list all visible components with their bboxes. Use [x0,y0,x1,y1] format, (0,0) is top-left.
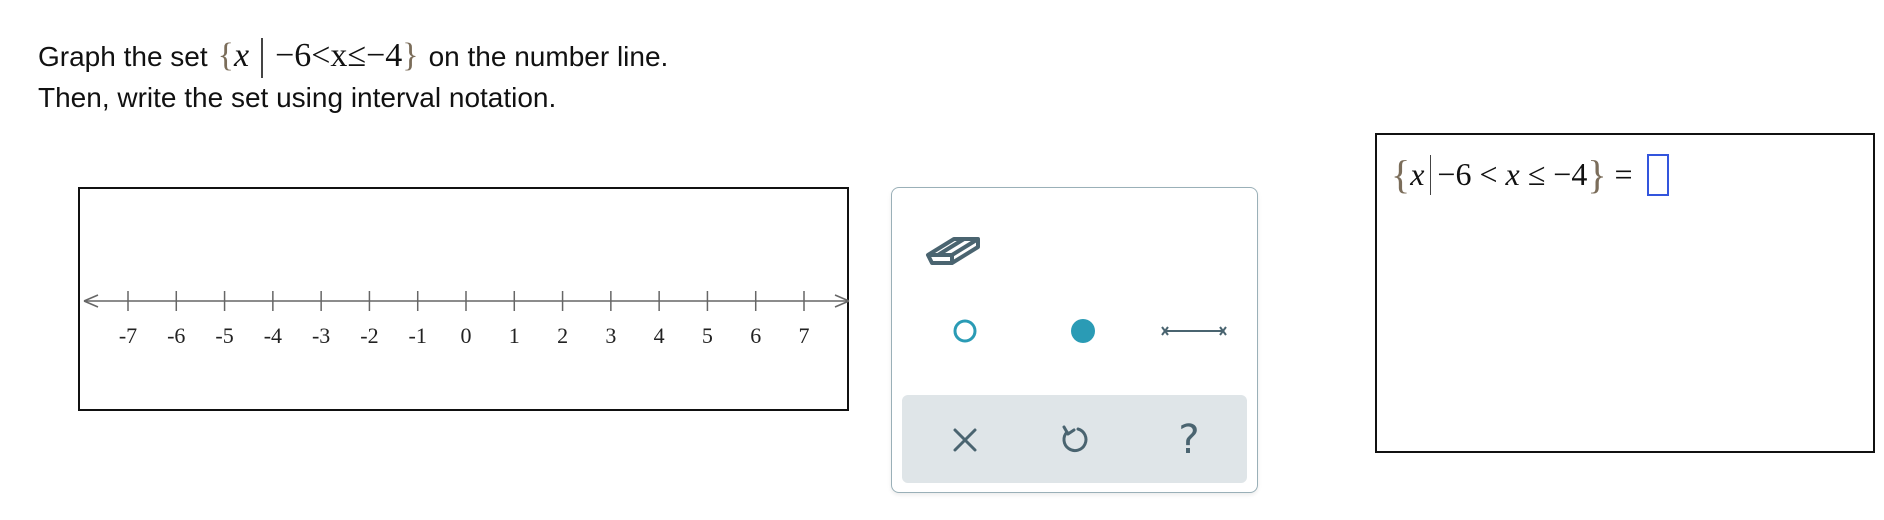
tick-label: 5 [702,323,713,348]
tick-label: -6 [167,323,185,348]
tick-label: -7 [119,323,137,348]
tick-label: -1 [409,323,427,348]
number-line-panel[interactable]: -7 -6 -5 -4 -3 -2 -1 0 1 2 3 4 5 6 7 [78,187,851,413]
open-point-tool[interactable] [940,306,990,356]
help-button[interactable]: ? [1164,413,1214,467]
tick-label: 7 [799,323,810,348]
answer-expression: {x −6 < x ≤ −4} = [1391,151,1669,198]
tick-label: 4 [654,323,665,348]
graph-tool-palette: ? [891,187,1258,493]
set-condition: −6<x≤−4 [275,37,403,74]
closed-circle-icon [1071,319,1095,343]
tick-label: -3 [312,323,330,348]
tick-label: 2 [557,323,568,348]
tick-label: -4 [264,323,282,348]
tick-label: 1 [509,323,520,348]
prompt-text-before: Graph the set [38,41,208,73]
tick-label: -2 [360,323,378,348]
eraser-tool[interactable] [922,218,986,278]
prompt-text-after: on the number line. [428,41,669,73]
prompt-line-2: Then, write the set using interval notat… [38,82,557,114]
answer-panel: {x −6 < x ≤ −4} = [1375,133,1875,453]
prompt-line-1: Graph the set {x −6<x≤−4} on the number l… [38,36,669,79]
question-prompt: Graph the set {x −6<x≤−4} on the number l… [38,36,668,118]
segment-icon [1161,326,1227,336]
open-circle-icon [953,319,977,343]
eraser-icon [926,237,980,265]
undo-icon [1062,425,1088,453]
number-line[interactable]: -7 -6 -5 -4 -3 -2 -1 0 1 2 3 4 5 6 7 [80,189,851,413]
help-icon: ? [1178,417,1200,463]
segment-tool[interactable] [1156,306,1232,356]
set-builder-expression: {x −6<x≤−4} [218,36,419,79]
close-icon [953,428,977,452]
interval-answer-input[interactable] [1646,153,1669,196]
tick-label: -5 [215,323,233,348]
action-toolbar: ? [902,395,1247,483]
closed-point-tool[interactable] [1058,306,1108,356]
undo-button[interactable] [1050,415,1100,465]
tick-label: 6 [750,323,761,348]
clear-button[interactable] [940,415,990,465]
tick-label: 3 [605,323,616,348]
equals-sign: = [1614,156,1633,192]
tick-label: 0 [461,323,472,348]
